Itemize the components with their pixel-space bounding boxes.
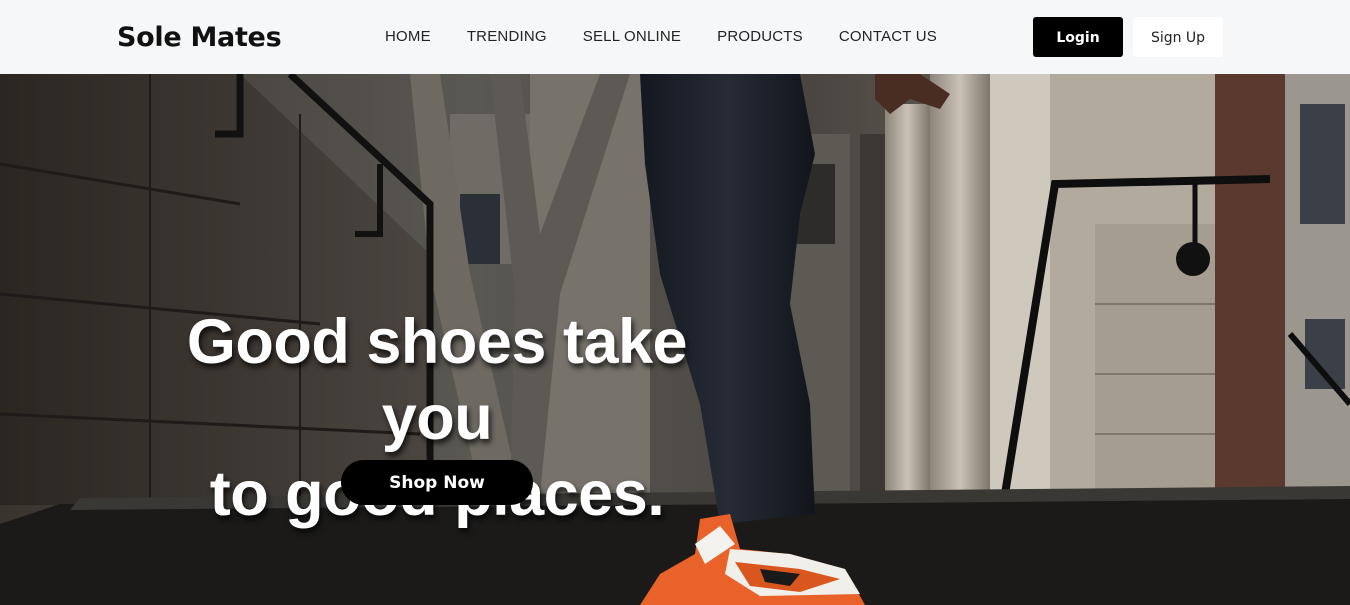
nav-link-trending[interactable]: TRENDING bbox=[467, 28, 547, 46]
main-nav: HOME TRENDING SELL ONLINE PRODUCTS CONTA… bbox=[385, 28, 973, 46]
nav-link-products[interactable]: PRODUCTS bbox=[717, 28, 803, 46]
shop-now-button[interactable]: Shop Now bbox=[341, 460, 533, 505]
brand-logo[interactable]: Sole Mates bbox=[117, 20, 282, 56]
nav-link-sell-online[interactable]: SELL ONLINE bbox=[583, 28, 681, 46]
navbar: Sole Mates HOME TRENDING SELL ONLINE PRO… bbox=[0, 0, 1350, 74]
nav-link-home[interactable]: HOME bbox=[385, 28, 431, 46]
login-button[interactable]: Login bbox=[1033, 17, 1123, 57]
signup-button[interactable]: Sign Up bbox=[1133, 17, 1223, 57]
hero-headline-line1: Good shoes take you bbox=[186, 307, 688, 453]
hero-section: Good shoes take you to good places. Shop… bbox=[0, 74, 1350, 605]
nav-link-contact-us[interactable]: CONTACT US bbox=[839, 28, 937, 46]
